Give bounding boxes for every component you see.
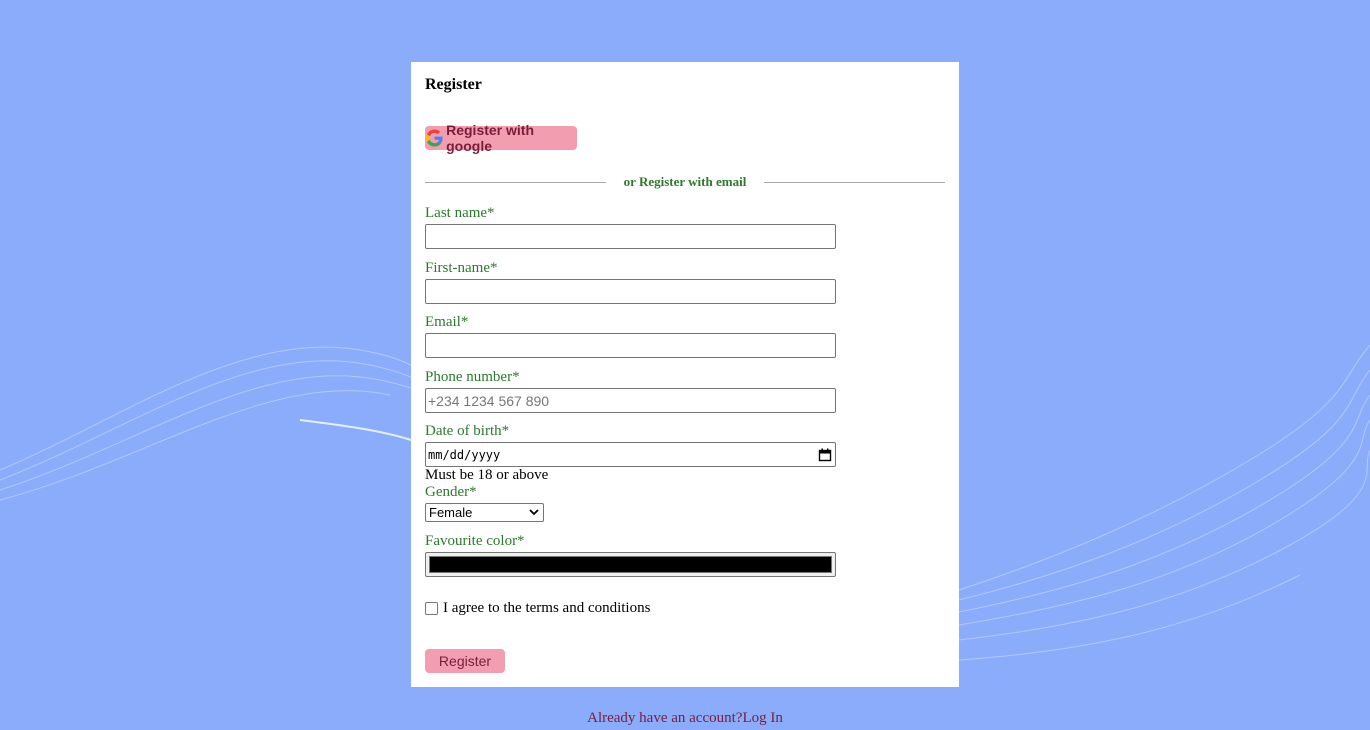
chevron-down-icon [529,509,539,516]
page-title: Register [425,76,482,93]
last-name-input[interactable] [425,224,836,249]
gender-select[interactable]: Female [425,503,544,522]
dob-note: Must be 18 or above [425,467,549,483]
login-link-text: Log In [742,710,783,726]
email-divider: or Register with email [425,174,945,190]
google-icon [426,129,443,147]
calendar-icon[interactable] [818,448,832,462]
favourite-color-input[interactable] [425,552,836,577]
register-card: Register Register with google or Registe… [411,62,959,687]
dob-placeholder: mm/dd/yyyy [428,447,501,462]
email-label: Email* [425,314,469,330]
google-button-label: Register with google [446,122,535,154]
register-button[interactable]: Register [425,649,505,673]
dob-label: Date of birth* [425,423,510,439]
login-prompt: Already have an account?Log In [0,710,1370,727]
gender-label: Gender* [425,484,477,500]
color-swatch [429,556,832,573]
favourite-color-label: Favourite color* [425,533,525,549]
login-link[interactable]: Already have an account?Log In [587,710,783,726]
terms-row: I agree to the terms and conditions [425,600,650,617]
first-name-input[interactable] [425,279,836,304]
login-prompt-text: Already have an account? [587,710,743,726]
terms-label[interactable]: I agree to the terms and conditions [443,600,650,617]
phone-label: Phone number* [425,369,520,385]
phone-input[interactable] [425,388,836,413]
divider-line-right [764,182,945,183]
email-input[interactable] [425,333,836,358]
last-name-label: Last name* [425,205,495,221]
gender-selected-value: Female [429,505,473,520]
terms-checkbox[interactable] [425,602,438,615]
dob-input[interactable]: mm/dd/yyyy [425,442,836,467]
first-name-label: First-name* [425,260,498,276]
register-with-google-button[interactable]: Register with google [425,122,577,154]
